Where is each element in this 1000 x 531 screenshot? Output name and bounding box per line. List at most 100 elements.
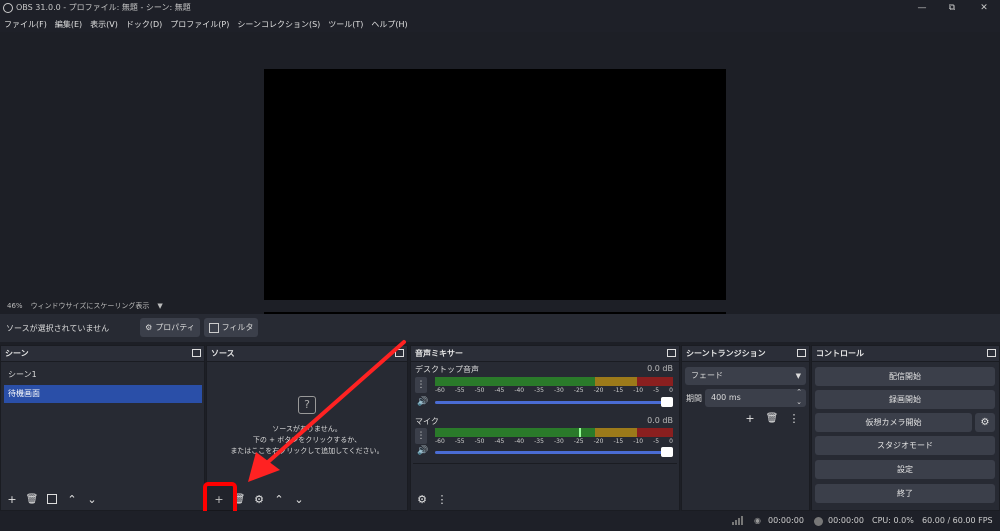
- scenes-toolbar: + 🗑 ⌃ ⌄: [4, 491, 100, 507]
- zoom-level: 46%: [7, 302, 23, 310]
- scaling-mode[interactable]: ウィンドウサイズにスケーリング表示: [31, 301, 150, 311]
- menu-edit[interactable]: 編集(E): [55, 19, 82, 30]
- chevron-down-icon: ▼: [795, 372, 801, 380]
- channel-name: マイク: [415, 417, 439, 426]
- menu-help[interactable]: ヘルプ(H): [371, 19, 407, 30]
- advanced-audio-icon[interactable]: ⚙: [414, 491, 430, 507]
- menu-dock[interactable]: ドック(D): [126, 19, 162, 30]
- speaker-icon[interactable]: 🔊: [417, 446, 428, 456]
- transitions-toolbar: + 🗑 ⋮: [742, 410, 802, 426]
- channel-db: 0.0 dB: [647, 364, 673, 373]
- menu-scene-collection[interactable]: シーンコレクション(S): [237, 19, 320, 30]
- properties-button[interactable]: ⚙ プロパティ: [140, 318, 200, 337]
- minimize-button[interactable]: —: [910, 1, 934, 15]
- sources-dock: ソース ? ソースがありません。 下の + ボタンをクリックするか、 またはここ…: [203, 345, 408, 516]
- dock-float-icon[interactable]: [192, 349, 201, 357]
- scene-item[interactable]: シーン1: [4, 366, 202, 384]
- transitions-dock: シーントランジション フェード ▼ 期間 400 ms ⌃ ⌄ + 🗑 ⋮: [681, 345, 810, 511]
- start-streaming-button[interactable]: 配信開始: [815, 367, 995, 386]
- start-virtual-cam-button[interactable]: 仮想カメラ開始: [815, 413, 972, 432]
- menu-profile[interactable]: プロファイル(P): [170, 19, 229, 30]
- volume-meter: [435, 428, 673, 437]
- more-options-icon[interactable]: ⋮: [415, 377, 427, 393]
- start-recording-button[interactable]: 録画開始: [815, 390, 995, 409]
- transition-selected-label: フェード: [691, 371, 723, 380]
- dock-float-icon[interactable]: [667, 349, 676, 357]
- controls-title: コントロール: [816, 349, 864, 358]
- menu-view[interactable]: 表示(V): [90, 19, 118, 30]
- volume-slider-handle[interactable]: [661, 397, 673, 407]
- controls-dock-header: コントロール: [812, 346, 999, 362]
- meter-scale: -60 -55 -50 -45 -40 -35 -30 -25 -20 -15 -10 -5 0: [435, 387, 673, 394]
- volume-meter: [435, 377, 673, 386]
- preview-area[interactable]: [0, 32, 1000, 328]
- empty-line-2: 下の + ボタンをクリックするか、: [252, 436, 362, 444]
- gear-icon[interactable]: ⚙: [975, 413, 995, 432]
- more-options-icon[interactable]: ⋮: [415, 428, 427, 444]
- gear-icon[interactable]: ⚙: [251, 491, 267, 507]
- filters-label: フィルタ: [221, 323, 254, 332]
- meter-scale: -60 -55 -50 -45 -40 -35 -30 -25 -20 -15 -10 -5 0: [435, 438, 673, 445]
- more-options-icon[interactable]: ⋮: [434, 491, 450, 507]
- volume-slider-handle[interactable]: [661, 447, 673, 457]
- scenes-dock-header: シーン: [1, 346, 204, 362]
- dock-float-icon[interactable]: [797, 349, 806, 357]
- sources-dock-header: ソース: [207, 346, 407, 362]
- scenes-dock: シーン シーン1 待機画面 + 🗑 ⌃ ⌄: [0, 345, 205, 511]
- dock-float-icon[interactable]: [987, 349, 996, 357]
- window-title: OBS 31.0.0 - プロファイル: 無題 - シーン: 無題: [16, 3, 191, 12]
- settings-button[interactable]: 設定: [815, 460, 995, 479]
- preview-canvas[interactable]: [264, 69, 726, 328]
- chevron-down-icon[interactable]: ▼: [157, 302, 162, 310]
- close-button[interactable]: ✕: [972, 1, 996, 15]
- add-transition-icon[interactable]: +: [742, 410, 758, 426]
- title-bar: OBS 31.0.0 - プロファイル: 無題 - シーン: 無題 — ⧉ ✕: [0, 0, 1000, 16]
- move-down-icon[interactable]: ⌄: [291, 491, 307, 507]
- move-up-icon[interactable]: ⌃: [271, 491, 287, 507]
- studio-mode-button[interactable]: スタジオモード: [815, 436, 995, 455]
- record-icon: [814, 517, 823, 526]
- controls-dock: コントロール 配信開始 録画開始 仮想カメラ開始 ⚙ スタジオモード 設定 終了: [811, 345, 1000, 511]
- duration-spinbox[interactable]: 400 ms ⌃ ⌄: [705, 387, 806, 407]
- spin-arrows-icon[interactable]: ⌃ ⌄: [796, 387, 802, 407]
- duration-label: 期間: [686, 394, 702, 403]
- mixer-title: 音声ミキサー: [415, 349, 463, 358]
- exit-button[interactable]: 終了: [815, 484, 995, 503]
- status-bar: ◉ 00:00:00 00:00:00 CPU: 0.0% 60.00 / 60…: [0, 511, 1000, 531]
- scene-item-selected[interactable]: 待機画面: [4, 385, 202, 403]
- peak-indicator: [579, 428, 581, 437]
- scene-filter-icon[interactable]: [44, 491, 60, 507]
- more-options-icon[interactable]: ⋮: [786, 410, 802, 426]
- transitions-title: シーントランジション: [686, 349, 766, 358]
- stream-icon: ◉: [754, 516, 761, 525]
- volume-slider[interactable]: [435, 401, 667, 404]
- cpu-usage: CPU: 0.0%: [872, 516, 914, 525]
- record-time: 00:00:00: [828, 516, 864, 525]
- transitions-dock-header: シーントランジション: [682, 346, 809, 362]
- scenes-title: シーン: [5, 349, 29, 358]
- move-up-icon[interactable]: ⌃: [64, 491, 80, 507]
- menu-bar: ファイル(F) 編集(E) 表示(V) ドック(D) プロファイル(P) シーン…: [0, 16, 1000, 32]
- gear-icon: ⚙: [145, 323, 153, 332]
- trash-icon[interactable]: 🗑: [764, 410, 780, 426]
- move-down-icon[interactable]: ⌄: [84, 491, 100, 507]
- channel-db: 0.0 dB: [647, 416, 673, 425]
- audio-mixer-dock: 音声ミキサー デスクトップ音声 0.0 dB ⋮ -60 -55 -50 -45 -40…: [410, 345, 680, 511]
- filter-icon: [208, 322, 219, 333]
- add-scene-icon[interactable]: +: [4, 491, 20, 507]
- trash-icon[interactable]: 🗑: [24, 491, 40, 507]
- stream-time: 00:00:00: [768, 516, 804, 525]
- dock-float-icon[interactable]: [395, 349, 404, 357]
- empty-line-3: またはここを右クリックして追加してください。: [230, 447, 384, 455]
- volume-slider[interactable]: [435, 451, 667, 454]
- empty-source-icon: ?: [298, 396, 316, 414]
- menu-tools[interactable]: ツール(T): [328, 19, 363, 30]
- maximize-button[interactable]: ⧉: [940, 1, 964, 15]
- no-source-label: ソースが選択されていません: [6, 324, 110, 333]
- transition-select[interactable]: フェード ▼: [685, 367, 806, 385]
- menu-file[interactable]: ファイル(F): [4, 19, 47, 30]
- mixer-dock-header: 音声ミキサー: [411, 346, 679, 362]
- speaker-icon[interactable]: 🔊: [417, 397, 428, 407]
- filters-button[interactable]: フィルタ: [204, 318, 258, 337]
- divider: [413, 463, 677, 464]
